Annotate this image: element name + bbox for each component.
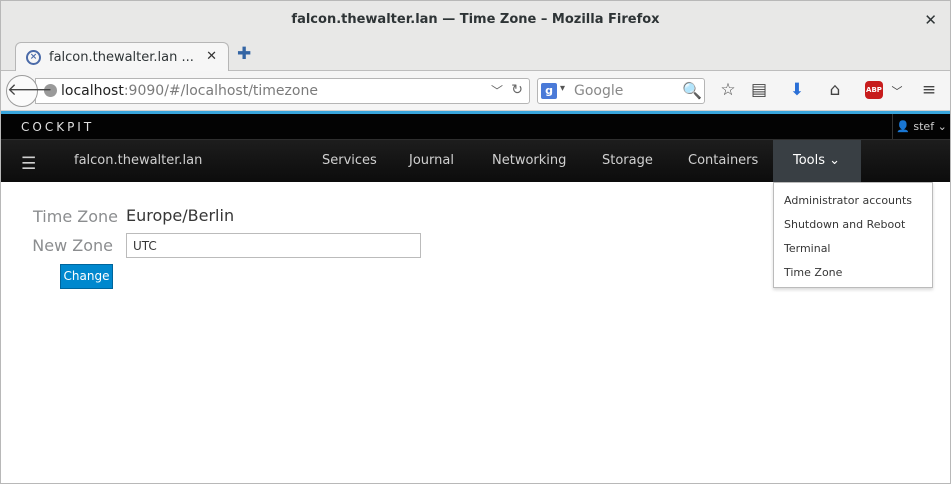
- nav-journal[interactable]: Journal: [409, 153, 454, 168]
- menu-item-administrator-accounts[interactable]: Administrator accounts: [784, 194, 912, 207]
- user-icon: 👤: [896, 120, 910, 133]
- nav-networking[interactable]: Networking: [492, 153, 566, 168]
- hamburger-icon[interactable]: ☰: [21, 154, 36, 174]
- browser-window: falcon.thewalter.lan — Time Zone – Mozil…: [0, 0, 951, 484]
- url-path: :9090/#/localhost/timezone: [123, 83, 318, 99]
- url-text[interactable]: localhost:9090/#/localhost/timezone: [61, 83, 318, 99]
- nav-tools-label: Tools: [793, 153, 826, 168]
- tab-title: falcon.thewalter.lan ...: [49, 50, 194, 65]
- change-button[interactable]: Change: [60, 264, 113, 289]
- cockpit-nav: ☰ falcon.thewalter.lan Services Journal …: [1, 139, 950, 183]
- nav-storage[interactable]: Storage: [602, 153, 653, 168]
- adblock-dropdown-icon[interactable]: ﹀: [887, 83, 907, 99]
- search-bar[interactable]: g ▾ Google 🔍: [537, 78, 705, 104]
- menu-item-terminal[interactable]: Terminal: [784, 242, 831, 255]
- tab-strip: × falcon.thewalter.lan ... ✕ ✚: [1, 39, 950, 72]
- google-icon[interactable]: g: [541, 83, 557, 99]
- reading-list-icon[interactable]: ▤: [749, 80, 769, 100]
- adblock-icon[interactable]: ABP: [865, 81, 883, 99]
- window-title: falcon.thewalter.lan — Time Zone – Mozil…: [291, 12, 660, 27]
- tools-dropdown: Administrator accounts Shutdown and Rebo…: [773, 182, 933, 288]
- chevron-down-icon: ⌄: [937, 120, 947, 133]
- back-button[interactable]: 🡐: [6, 75, 53, 107]
- title-bar: falcon.thewalter.lan — Time Zone – Mozil…: [1, 1, 950, 39]
- new-zone-input[interactable]: UTC: [126, 233, 421, 258]
- new-tab-icon[interactable]: ✚: [237, 44, 251, 64]
- navigation-toolbar: 🡐 localhost:9090/#/localhost/timezone ﹀ …: [1, 71, 950, 111]
- new-zone-label: New Zone: [32, 236, 113, 255]
- nav-services[interactable]: Services: [322, 153, 377, 168]
- host-name[interactable]: falcon.thewalter.lan: [74, 153, 202, 168]
- history-dropdown-icon[interactable]: ﹀: [491, 82, 503, 99]
- cockpit-header: COCKPIT 👤 stef ⌄: [1, 114, 950, 139]
- url-host: localhost: [61, 83, 124, 99]
- nav-containers[interactable]: Containers: [688, 153, 758, 168]
- tab-close-icon[interactable]: ✕: [206, 49, 217, 64]
- download-icon[interactable]: ⬇: [787, 80, 807, 100]
- time-zone-label: Time Zone: [33, 207, 118, 226]
- time-zone-value: Europe/Berlin: [126, 206, 235, 225]
- home-icon[interactable]: ⌂: [825, 80, 845, 100]
- user-menu[interactable]: 👤 stef ⌄: [892, 114, 950, 139]
- reload-icon[interactable]: ↻: [511, 82, 523, 98]
- browser-tab[interactable]: × falcon.thewalter.lan ... ✕: [15, 42, 229, 72]
- tab-favicon-icon: ×: [26, 50, 41, 65]
- cockpit-brand: COCKPIT: [21, 120, 95, 134]
- menu-item-time-zone[interactable]: Time Zone: [784, 266, 842, 279]
- nav-tools[interactable]: Tools ⌄: [773, 140, 861, 183]
- engine-dropdown-icon[interactable]: ▾: [560, 83, 565, 94]
- user-name: stef: [913, 120, 935, 133]
- search-icon[interactable]: 🔍: [682, 81, 702, 100]
- menu-icon[interactable]: ≡: [919, 80, 939, 100]
- url-bar[interactable]: localhost:9090/#/localhost/timezone ﹀ ↻: [35, 78, 530, 104]
- search-input[interactable]: Google: [574, 83, 623, 99]
- bookmark-star-icon[interactable]: ☆: [718, 80, 738, 100]
- window-close-icon[interactable]: ✕: [924, 11, 937, 29]
- menu-item-shutdown-reboot[interactable]: Shutdown and Reboot: [784, 218, 905, 231]
- chevron-down-icon: ⌄: [829, 153, 841, 168]
